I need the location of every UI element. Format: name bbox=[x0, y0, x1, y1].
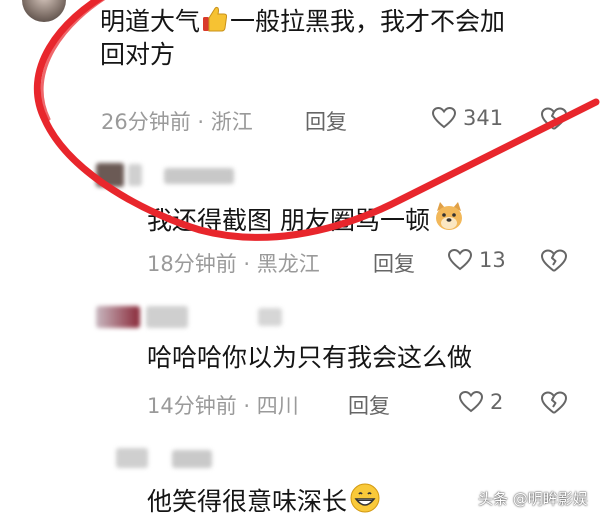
comment-1-text-part1: 明道大气 bbox=[100, 7, 201, 36]
avatar[interactable] bbox=[116, 448, 148, 468]
comment-2-reply-button[interactable]: 回复 bbox=[373, 248, 415, 278]
doge-face-icon bbox=[432, 199, 466, 233]
comment-2-text-content: 我还得截图 朋友圈骂一顿 bbox=[147, 206, 430, 235]
heart-icon bbox=[447, 248, 473, 272]
comment-4-text: 他笑得很意味深长 bbox=[147, 482, 381, 519]
comment-2-text: 我还得截图 朋友圈骂一顿 bbox=[147, 199, 466, 238]
thumbs-up-icon bbox=[200, 4, 230, 34]
comment-1-text-part2: 一般拉黑我，我才不会加 bbox=[230, 7, 506, 36]
avatar[interactable] bbox=[22, 0, 66, 22]
comment-2-meta: 18分钟前 · 黑龙江 bbox=[147, 248, 320, 278]
comment-1-location: 浙江 bbox=[210, 110, 253, 134]
comment-1-dislike-button[interactable] bbox=[540, 106, 568, 132]
comment-3-time: 14分钟前 bbox=[147, 394, 237, 418]
comment-3-like-count: 2 bbox=[490, 390, 504, 414]
comment-1-reply-button[interactable]: 回复 bbox=[305, 106, 347, 136]
meta-separator: · bbox=[243, 394, 251, 418]
comment-2-time: 18分钟前 bbox=[147, 252, 237, 276]
username-blurred[interactable] bbox=[164, 168, 234, 184]
meta-separator: · bbox=[243, 252, 251, 276]
broken-heart-icon bbox=[540, 106, 568, 132]
comment-3-location: 四川 bbox=[256, 394, 299, 418]
avatar[interactable] bbox=[96, 163, 124, 187]
username-blurred[interactable] bbox=[258, 308, 282, 326]
comment-3-meta: 14分钟前 · 四川 bbox=[147, 390, 299, 420]
comment-3-reply-button[interactable]: 回复 bbox=[348, 390, 390, 420]
comment-3-like-button[interactable]: 2 bbox=[458, 390, 503, 414]
comment-1-meta: 26分钟前 · 浙江 bbox=[101, 106, 253, 136]
comment-3-dislike-button[interactable] bbox=[540, 390, 568, 416]
comment-1-like-count: 341 bbox=[463, 106, 504, 130]
comment-3-text: 哈哈哈你以为只有我会这么做 bbox=[147, 343, 473, 372]
heart-icon bbox=[458, 390, 484, 414]
username-blurred[interactable] bbox=[172, 450, 212, 468]
comment-1-like-button[interactable]: 341 bbox=[431, 106, 503, 130]
comment-1-time: 26分钟前 bbox=[101, 110, 191, 134]
grinning-face-icon bbox=[349, 482, 381, 514]
heart-icon bbox=[431, 106, 457, 130]
comment-1-text-line2: 回对方 bbox=[100, 39, 176, 69]
comment-2-dislike-button[interactable] bbox=[540, 248, 568, 274]
meta-separator: · bbox=[197, 110, 205, 134]
watermark: 头条 @明眸影娱 bbox=[478, 490, 588, 508]
username-blurred[interactable] bbox=[146, 306, 188, 328]
broken-heart-icon bbox=[540, 248, 568, 274]
comment-2-like-count: 13 bbox=[479, 248, 506, 272]
broken-heart-icon bbox=[540, 390, 568, 416]
username-blurred[interactable] bbox=[128, 164, 142, 186]
comment-2-like-button[interactable]: 13 bbox=[447, 248, 506, 272]
comment-1-text: 明道大气 一般拉黑我，我才不会加 回对方 bbox=[100, 4, 580, 71]
comment-2-location: 黑龙江 bbox=[256, 252, 320, 276]
comment-4-text-content: 他笑得很意味深长 bbox=[147, 487, 348, 516]
avatar[interactable] bbox=[96, 306, 140, 328]
